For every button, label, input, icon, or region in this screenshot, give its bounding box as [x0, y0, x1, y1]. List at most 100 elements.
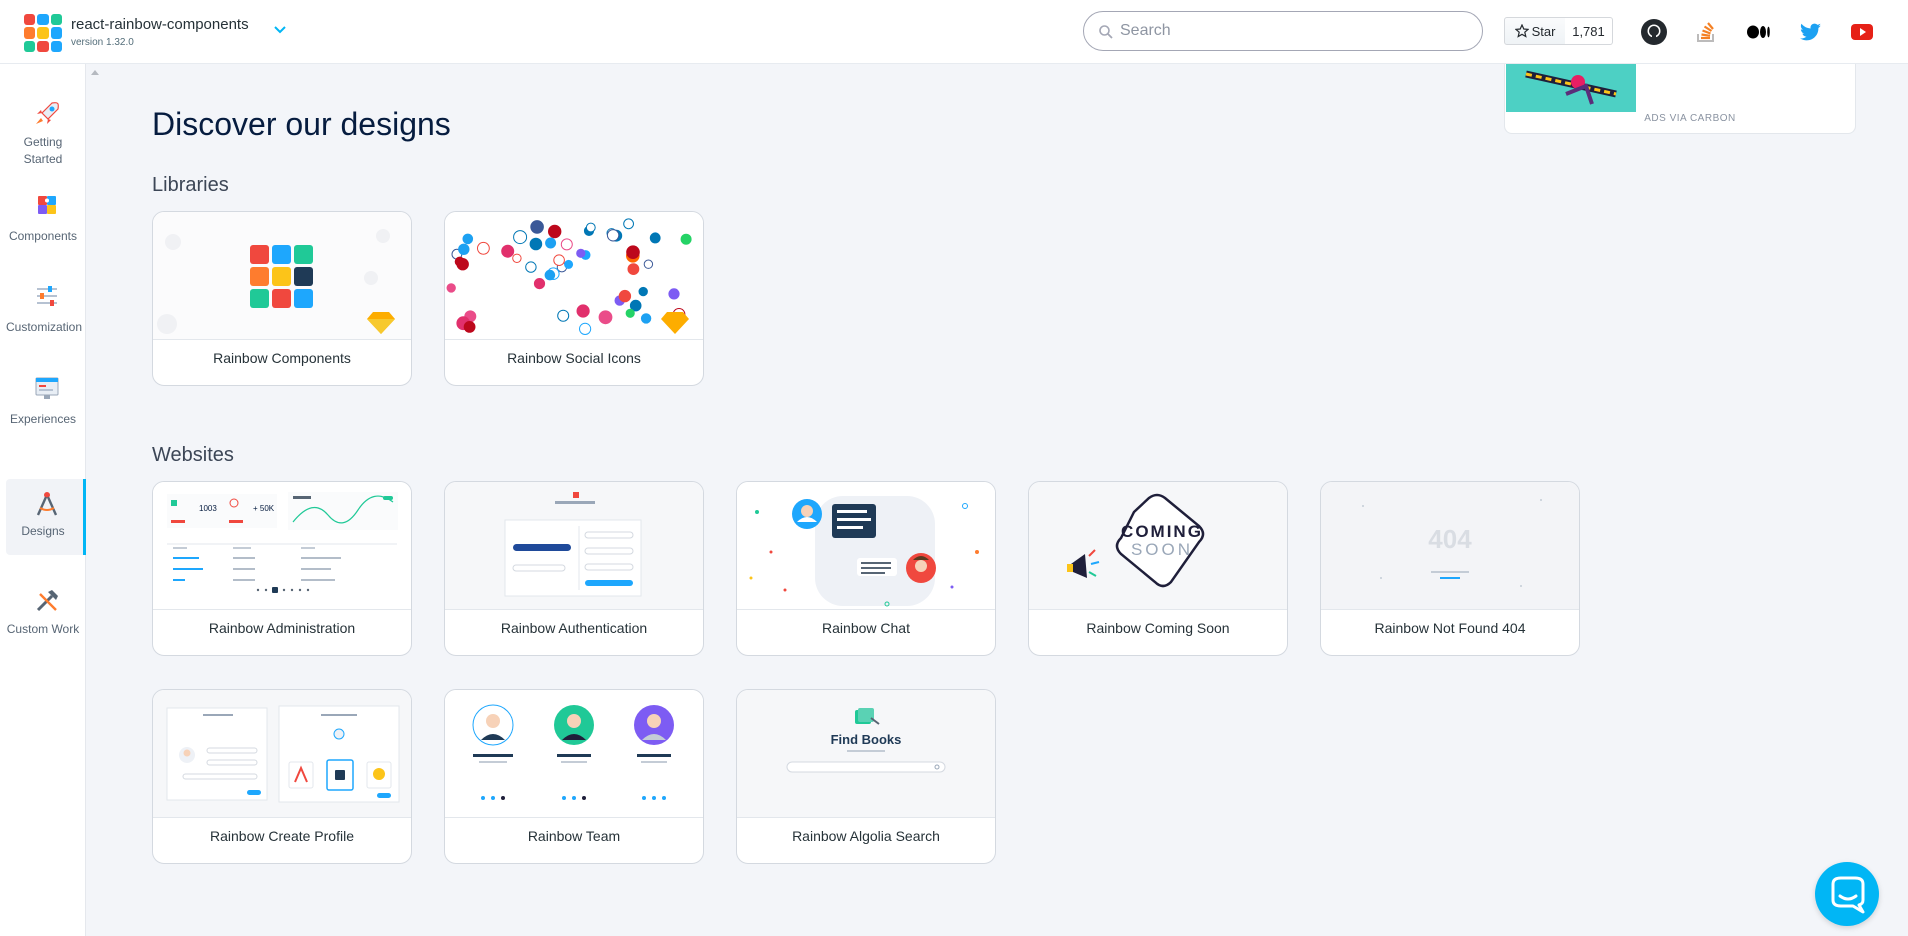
search-input[interactable]	[1120, 20, 1470, 42]
tools-icon	[36, 590, 58, 612]
social-network-icon	[626, 245, 640, 260]
app-name[interactable]: react-rainbow-components	[71, 16, 249, 33]
design-card-rainbow-create-profile[interactable]: Rainbow Create Profile	[152, 689, 412, 864]
help-chat-button[interactable]	[1815, 862, 1879, 926]
card-thumbnail	[445, 482, 703, 610]
card-thumbnail: 1003 + 50K	[153, 482, 411, 610]
social-network-icon	[640, 313, 652, 324]
sidebar-item-components[interactable]: Components	[6, 188, 86, 264]
social-network-icon	[545, 237, 557, 249]
social-network-icon	[553, 254, 565, 267]
medium-icon[interactable]	[1744, 18, 1772, 46]
star-count[interactable]: 1,781	[1565, 17, 1613, 45]
card-thumbnail: COMING SOON	[1029, 482, 1287, 610]
top-bar: react-rainbow-components version 1.32.0 …	[0, 0, 1908, 64]
card-title: Rainbow Authentication	[500, 620, 648, 636]
search-box[interactable]	[1083, 11, 1483, 51]
not-found-code: 404	[1428, 524, 1472, 554]
card-title: Rainbow Social Icons	[507, 350, 641, 366]
admin-stat-1: 1003	[199, 504, 217, 513]
social-network-icon	[579, 322, 592, 336]
puzzle-icon	[38, 196, 56, 214]
github-star-button[interactable]: Star	[1504, 17, 1566, 45]
find-books-label: Find Books	[831, 732, 902, 747]
card-thumbnail	[153, 690, 411, 818]
sidebar-item-getting-started[interactable]: Getting Started	[6, 97, 86, 173]
social-network-icon	[463, 321, 476, 333]
search-icon	[1099, 25, 1113, 39]
youtube-icon[interactable]	[1848, 18, 1876, 46]
sidebar-item-label: Getting Started	[23, 135, 63, 166]
design-card-rainbow-chat[interactable]: Rainbow Chat	[736, 481, 996, 656]
sidebar-item-label: Custom Work	[6, 622, 80, 636]
design-card-rainbow-algolia-search[interactable]: Find Books Rainbow Algolia Search	[736, 689, 996, 864]
stackoverflow-icon[interactable]	[1692, 18, 1720, 46]
coming-label: COMING	[1121, 522, 1203, 541]
rocket-icon	[36, 102, 59, 124]
card-thumbnail	[445, 212, 703, 340]
card-title: Rainbow Administration	[208, 620, 356, 636]
social-network-icon	[560, 238, 573, 251]
social-network-icon	[529, 237, 543, 251]
sidebar-item-label: Customization	[6, 320, 83, 334]
design-card-rainbow-components[interactable]: Rainbow Components	[152, 211, 412, 386]
github-icon[interactable]	[1640, 18, 1668, 46]
social-network-icon	[501, 244, 515, 258]
sidebar-item-customization[interactable]: Customization	[6, 279, 86, 355]
social-network-icon	[625, 308, 635, 318]
social-network-icon	[477, 241, 490, 255]
social-network-icon	[462, 233, 474, 245]
card-title: Rainbow Coming Soon	[1086, 620, 1230, 636]
star-label: Star	[1531, 23, 1556, 39]
design-card-rainbow-social-icons[interactable]: Rainbow Social Icons	[444, 211, 704, 386]
ad-image[interactable]	[1506, 64, 1636, 112]
scrollbar-up-arrow[interactable]	[91, 70, 99, 75]
card-title: Rainbow Team	[527, 828, 621, 844]
twitter-icon[interactable]	[1796, 18, 1824, 46]
social-network-icon	[668, 288, 680, 300]
sidebar-item-experiences[interactable]: Experiences	[6, 371, 86, 447]
card-thumbnail: Find Books	[737, 690, 995, 818]
design-card-rainbow-not-found[interactable]: 404 Rainbow Not Found 404	[1320, 481, 1580, 656]
chevron-down-icon[interactable]	[271, 20, 289, 38]
card-title: Rainbow Algolia Search	[792, 828, 940, 844]
sidebar-item-custom-work[interactable]: Custom Work	[6, 584, 86, 660]
ad-label: ADS VIA CARBON	[1644, 113, 1736, 124]
sidebar-item-designs[interactable]: Designs	[6, 479, 86, 555]
page-title: Discover our designs	[152, 106, 451, 142]
soon-label: SOON	[1131, 540, 1193, 559]
rainbow-logo-icon[interactable]	[24, 14, 62, 52]
sliders-icon	[37, 286, 57, 306]
sidebar-item-label: Experiences	[9, 412, 77, 426]
admin-stat-2: + 50K	[253, 504, 275, 513]
card-thumbnail	[445, 690, 703, 818]
social-network-icon	[512, 253, 522, 263]
sidebar-item-label: Designs	[21, 524, 65, 538]
app-version: version 1.32.0	[71, 37, 134, 48]
monitor-icon	[35, 377, 59, 399]
card-thumbnail	[737, 482, 995, 610]
design-card-rainbow-administration[interactable]: 1003 + 50K Rainbow Administration	[152, 481, 412, 656]
social-network-icon	[627, 263, 640, 275]
card-title: Rainbow Chat	[822, 620, 910, 636]
card-title: Rainbow Components	[213, 350, 351, 366]
social-network-icon	[544, 269, 556, 281]
rubik-cube-icon	[157, 229, 395, 334]
sidebar-item-label: Components	[8, 229, 78, 243]
card-thumbnail	[153, 212, 411, 340]
social-network-icon	[454, 256, 465, 267]
card-thumbnail: 404	[1321, 482, 1579, 610]
carbon-ad[interactable]: ADS VIA CARBON	[1504, 64, 1856, 134]
social-network-icon	[643, 259, 654, 269]
social-network-icon	[680, 233, 692, 245]
design-card-rainbow-authentication[interactable]: Rainbow Authentication	[444, 481, 704, 656]
social-network-icon	[557, 309, 570, 322]
star-icon	[1514, 24, 1529, 38]
social-network-icon	[649, 232, 661, 244]
sidebar: Getting Started Components Customization…	[0, 64, 86, 936]
social-network-icon	[548, 224, 562, 239]
section-title-libraries: Libraries	[152, 174, 229, 196]
design-card-rainbow-coming-soon[interactable]: COMING SOON Rainbow Coming Soon	[1028, 481, 1288, 656]
design-card-rainbow-team[interactable]: Rainbow Team	[444, 689, 704, 864]
social-network-icon	[564, 259, 574, 269]
